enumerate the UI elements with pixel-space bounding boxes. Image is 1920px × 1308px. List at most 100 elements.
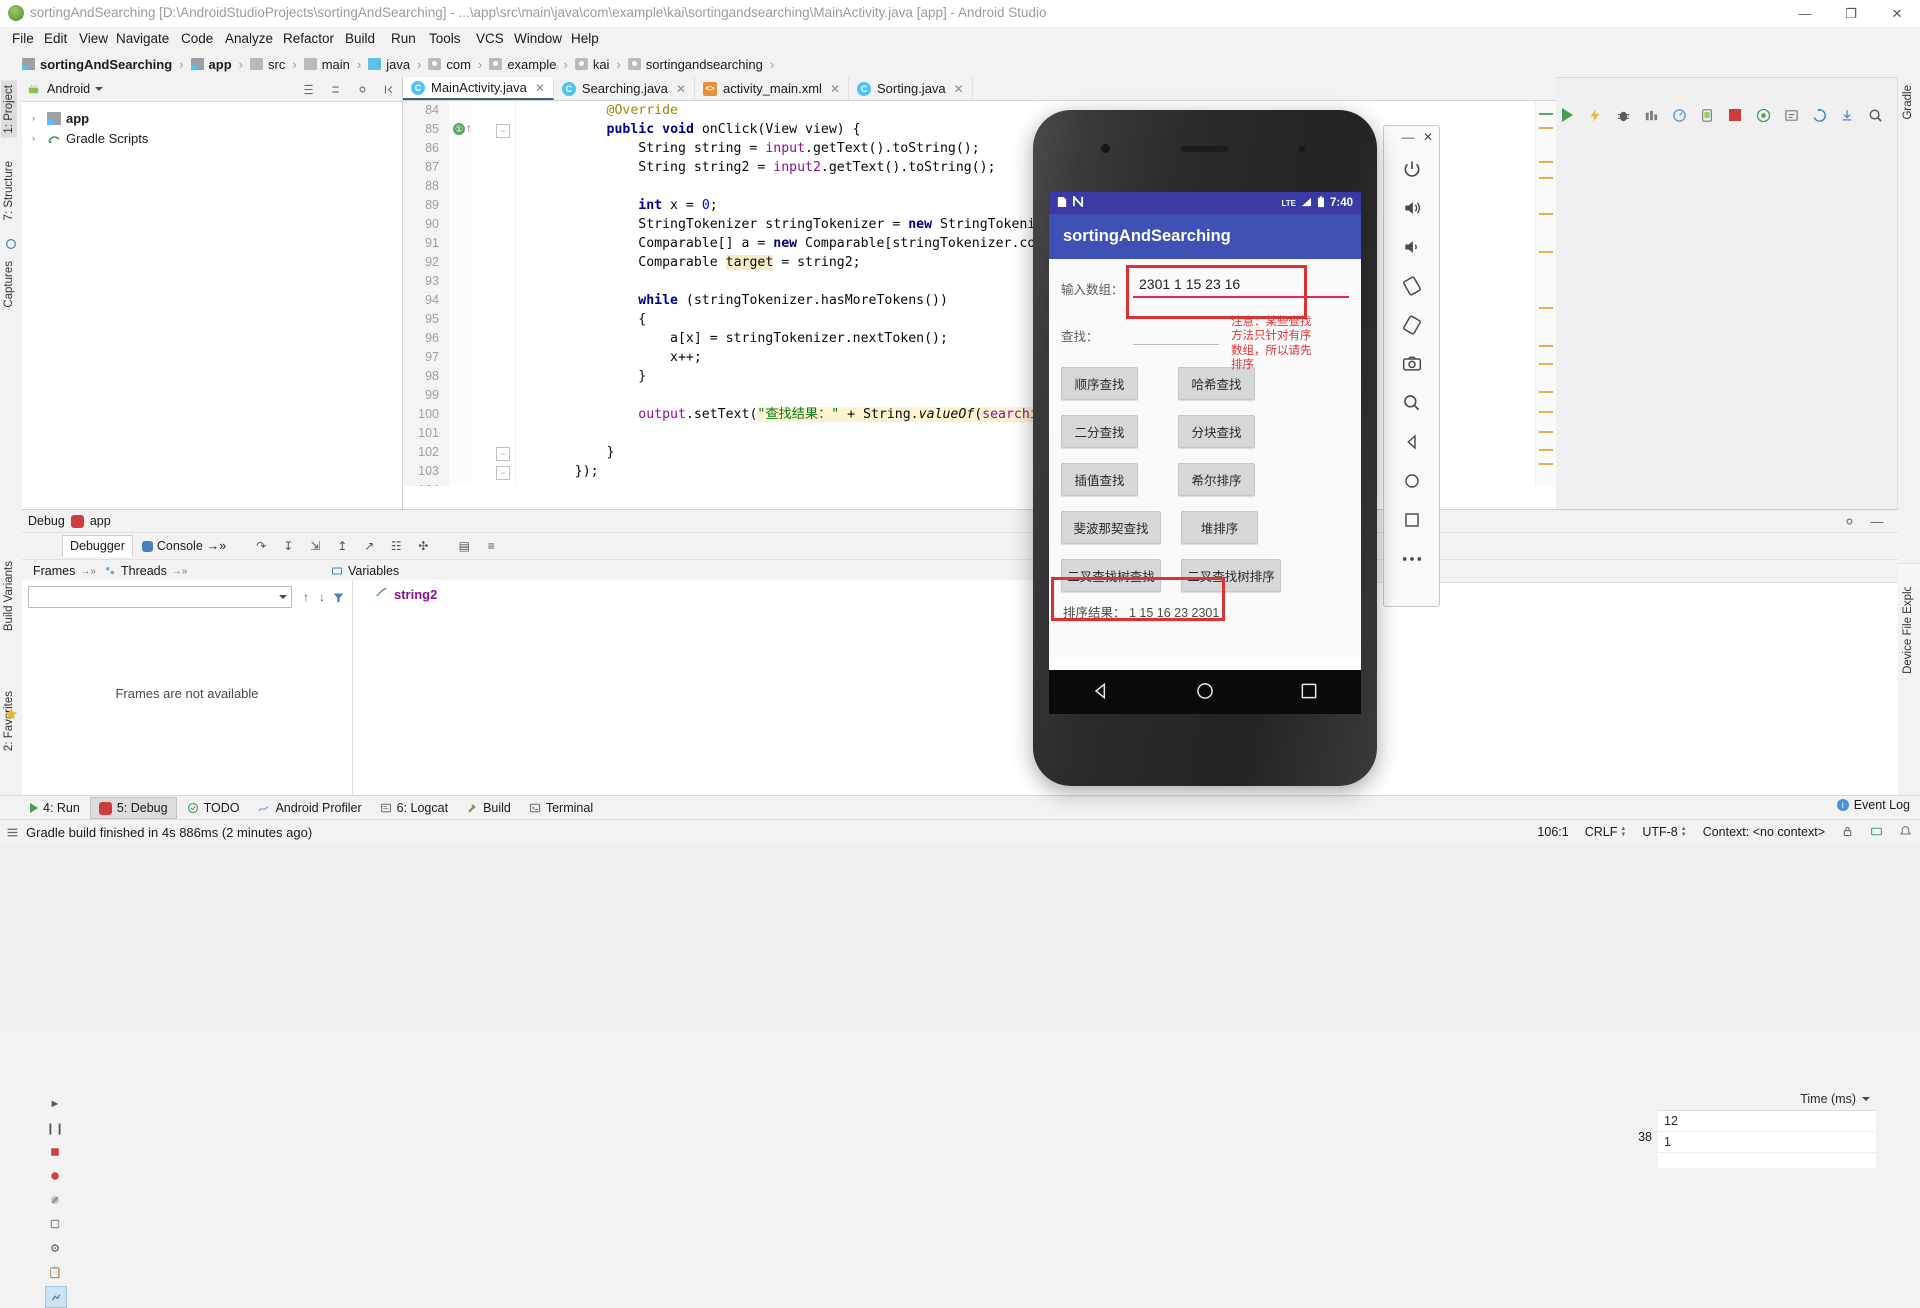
rotate-right-icon[interactable]	[1394, 307, 1430, 343]
power-icon[interactable]	[1394, 151, 1430, 187]
close-icon[interactable]: ✕	[535, 81, 545, 95]
hide-panel-icon[interactable]: ―	[1868, 512, 1886, 530]
thread-selector[interactable]	[28, 586, 292, 608]
tool-button-run[interactable]: 4: Run	[22, 798, 88, 818]
filter-icon[interactable]	[330, 589, 346, 605]
breadcrumb-item-example[interactable]: example	[489, 57, 556, 72]
method-run-gutter-icon[interactable]: ①	[453, 123, 465, 135]
tree-item-app[interactable]: › app	[28, 108, 402, 128]
close-icon[interactable]: ✕	[1874, 0, 1920, 27]
menu-item-help[interactable]: Help	[565, 30, 605, 47]
event-log-button[interactable]: i Event Log	[1836, 798, 1910, 812]
tab-activity-main-xml[interactable]: <> activity_main.xml ✕	[694, 77, 849, 100]
nav-overview-icon[interactable]	[1299, 681, 1319, 704]
menu-item-build[interactable]: Build	[339, 30, 381, 47]
notifications-icon[interactable]	[1899, 825, 1912, 838]
run-to-cursor-icon[interactable]: ↗	[361, 538, 377, 554]
menu-item-refactor[interactable]: Refactor	[277, 30, 340, 47]
line-separator[interactable]: CRLF ▲ ▼	[1585, 825, 1627, 839]
more-icon[interactable]	[1394, 541, 1430, 577]
volume-down-icon[interactable]	[1394, 229, 1430, 265]
memory-indicator-icon[interactable]	[1870, 825, 1883, 838]
breadcrumb-item-kai[interactable]: kai	[574, 57, 609, 72]
nav-home-icon[interactable]	[1195, 681, 1215, 704]
context-info[interactable]: Context: <no context>	[1703, 825, 1825, 839]
file-encoding[interactable]: UTF-8 ▲ ▼	[1642, 825, 1686, 839]
error-stripe-markers[interactable]	[1535, 101, 1556, 486]
breadcrumb-item-project[interactable]: sortingAndSearching	[22, 57, 172, 72]
debug-icon[interactable]	[1614, 106, 1632, 124]
close-icon[interactable]: ✕	[830, 82, 840, 96]
step-into-icon[interactable]: ↧	[280, 538, 296, 554]
maximize-icon[interactable]: ❐	[1828, 0, 1874, 27]
step-out-icon[interactable]: ↥	[334, 538, 350, 554]
settings-icon[interactable]: ⚙	[45, 1238, 65, 1258]
overview-icon[interactable]	[1394, 502, 1430, 538]
block-search-button[interactable]: 分块查找	[1178, 415, 1255, 448]
emulator-close-icon[interactable]: ✕	[1423, 130, 1433, 144]
sidebar-item-gradle[interactable]: Gradle	[1900, 81, 1916, 124]
fold-marker-icon[interactable]: −	[496, 466, 510, 480]
expand-all-icon[interactable]	[299, 80, 317, 98]
back-icon[interactable]	[1394, 424, 1430, 460]
hide-panel-icon[interactable]	[380, 80, 398, 98]
step-over-icon[interactable]: ↷	[253, 538, 269, 554]
tab-mainactivity-java[interactable]: C MainActivity.java ✕	[403, 77, 554, 100]
breadcrumb-item-app[interactable]: app	[190, 57, 232, 72]
view-breakpoints-icon[interactable]	[45, 1166, 65, 1186]
stop-icon[interactable]	[1726, 106, 1744, 124]
breadcrumb-item-src[interactable]: src	[250, 57, 285, 72]
frames-filter-icon[interactable]: ✣	[415, 538, 431, 554]
restore-layout-icon[interactable]: ≡	[483, 538, 499, 554]
tool-button-debug[interactable]: 5: Debug	[89, 797, 177, 819]
gear-icon[interactable]	[1840, 512, 1858, 530]
sidebar-item-structure[interactable]: 7: Structure	[1, 157, 17, 224]
rotate-left-icon[interactable]	[1394, 268, 1430, 304]
move-down-icon[interactable]: ↓	[314, 589, 330, 605]
device-manager-icon[interactable]	[1698, 106, 1716, 124]
move-up-icon[interactable]: ↑	[298, 589, 314, 605]
menu-item-code[interactable]: Code	[175, 30, 219, 47]
emulator-minimize-icon[interactable]: —	[1402, 130, 1414, 144]
fold-marker-icon[interactable]: −	[496, 447, 510, 461]
tool-button-todo[interactable]: TODO	[179, 798, 248, 818]
sequential-search-button[interactable]: 顺序查找	[1061, 367, 1138, 400]
table-row[interactable]: 1	[1658, 1132, 1876, 1153]
tab-console[interactable]: Console →»	[135, 536, 233, 556]
project-view-selector[interactable]: Android	[47, 82, 299, 96]
tab-searching-java[interactable]: C Searching.java ✕	[553, 77, 695, 100]
menu-item-analyze[interactable]: Analyze	[219, 30, 279, 47]
force-step-into-icon[interactable]: ⇲	[307, 538, 323, 554]
close-icon[interactable]: ✕	[954, 82, 964, 96]
sidebar-item-build-variants[interactable]: Build Variants	[1, 557, 17, 635]
export-icon[interactable]	[45, 1286, 67, 1308]
tree-item-gradle-scripts[interactable]: › Gradle Scripts	[28, 128, 402, 148]
sync-gradle-icon[interactable]	[1810, 106, 1828, 124]
zoom-icon[interactable]	[1394, 385, 1430, 421]
menu-item-vcs[interactable]: VCS	[470, 30, 510, 47]
sidebar-item-project[interactable]: 1: Project	[1, 81, 17, 138]
close-icon[interactable]: ✕	[676, 82, 686, 96]
caret-position[interactable]: 106:1	[1537, 825, 1568, 839]
lock-icon[interactable]	[1841, 825, 1854, 838]
breadcrumb-item-sortingandsearching[interactable]: sortingandsearching	[627, 57, 763, 72]
home-icon[interactable]	[1394, 463, 1430, 499]
shell-sort-button[interactable]: 希尔排序	[1178, 463, 1255, 496]
pause-icon[interactable]: ❙❙	[45, 1118, 65, 1138]
tool-button-build[interactable]: Build	[458, 798, 519, 818]
table-row[interactable]: 12	[1658, 1111, 1876, 1132]
fold-marker-icon[interactable]: −	[496, 124, 510, 138]
avd-manager-icon[interactable]	[1754, 106, 1772, 124]
heap-sort-button[interactable]: 堆排序	[1181, 511, 1258, 544]
mute-breakpoints-icon[interactable]	[45, 1190, 65, 1210]
layout-settings-icon[interactable]: ▤	[456, 538, 472, 554]
collapse-all-icon[interactable]	[326, 80, 344, 98]
interpolation-search-button[interactable]: 插值查找	[1061, 463, 1138, 496]
menu-item-tools[interactable]: Tools	[423, 30, 467, 47]
search-field[interactable]	[1133, 320, 1219, 345]
stop-icon[interactable]	[45, 1142, 65, 1162]
resume-icon[interactable]: ►	[45, 1094, 65, 1114]
sdk-manager-icon[interactable]	[1782, 106, 1800, 124]
tab-sorting-java[interactable]: C Sorting.java ✕	[849, 77, 973, 100]
menu-item-run[interactable]: Run	[385, 30, 422, 47]
